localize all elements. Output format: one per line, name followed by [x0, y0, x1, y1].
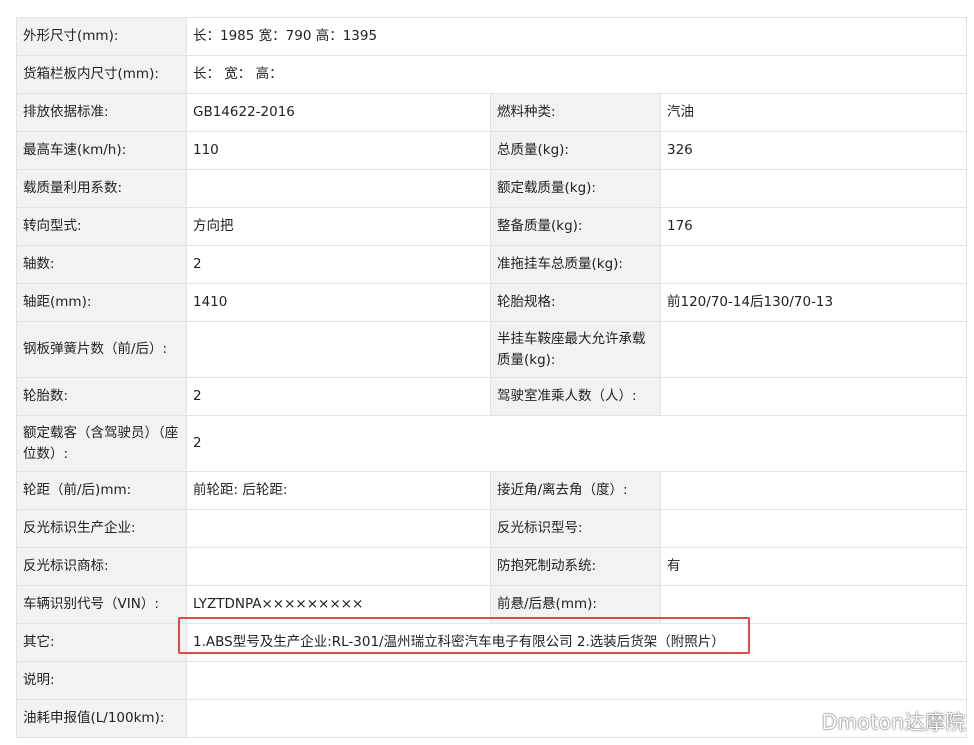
value-tire-spec: 前120/70-14后130/70-13 — [659, 283, 968, 322]
table-row: 车辆识别代号（VIN）: LYZTDNPA××××××××× 前悬/后悬(mm)… — [16, 585, 968, 624]
value-vin: LYZTDNPA××××××××× — [186, 585, 491, 624]
table-row: 轮胎数: 2 驾驶室准乘人数（人）: — [16, 377, 968, 416]
label-fuel-consumption: 油耗申报值(L/100km): — [16, 699, 187, 738]
table-row: 额定载客（含驾驶员）（座位数）: 2 — [16, 415, 968, 472]
label-curb-mass: 整备质量(kg): — [490, 207, 661, 246]
vehicle-spec-table: 外形尺寸(mm): 长：1985 宽：790 高：1395 货箱栏板内尺寸(mm… — [16, 17, 968, 738]
value-load-utilization — [186, 169, 491, 208]
value-fuel-type: 汽油 — [659, 93, 968, 132]
label-abs: 防抱死制动系统: — [490, 547, 661, 586]
table-row: 反光标识商标: 防抱死制动系统: 有 — [16, 547, 968, 586]
value-max-speed: 110 — [186, 131, 491, 170]
label-notes: 说明: — [16, 661, 187, 700]
value-reflector-maker — [186, 509, 491, 548]
value-curb-mass: 176 — [659, 207, 968, 246]
value-steering-type: 方向把 — [186, 207, 491, 246]
table-row: 其它: 1.ABS型号及生产企业:RL-301/温州瑞立科密汽车电子有限公司 2… — [16, 623, 968, 662]
value-notes — [185, 661, 968, 700]
table-row: 钢板弹簧片数（前/后）: 半挂车鞍座最大允许承载质量(kg): — [16, 321, 968, 378]
table-row: 反光标识生产企业: 反光标识型号: — [16, 509, 968, 548]
value-wheelbase: 1410 — [186, 283, 491, 322]
value-tire-count: 2 — [186, 377, 491, 416]
label-load-utilization: 载质量利用系数: — [16, 169, 187, 208]
value-gross-mass: 326 — [659, 131, 968, 170]
table-row: 载质量利用系数: 额定载质量(kg): — [16, 169, 968, 208]
label-vin: 车辆识别代号（VIN）: — [16, 585, 187, 624]
value-reflector-brand — [186, 547, 491, 586]
table-row: 外形尺寸(mm): 长：1985 宽：790 高：1395 — [16, 17, 968, 56]
watermark: Dmoton达摩院 — [821, 710, 966, 734]
label-tire-count: 轮胎数: — [16, 377, 187, 416]
table-row: 轴数: 2 准拖挂车总质量(kg): — [16, 245, 968, 284]
label-leaf-springs: 钢板弹簧片数（前/后）: — [16, 321, 187, 378]
table-row: 轴距(mm): 1410 轮胎规格: 前120/70-14后130/70-13 — [16, 283, 968, 322]
value-track-width: 前轮距: 后轮距: — [186, 471, 491, 510]
label-max-speed: 最高车速(km/h): — [16, 131, 187, 170]
value-approach-angle — [659, 471, 968, 510]
value-rated-load — [659, 169, 968, 208]
label-track-width: 轮距（前/后)mm: — [16, 471, 187, 510]
value-overhang — [659, 585, 968, 624]
value-rated-passengers: 2 — [185, 415, 968, 472]
label-rated-passengers: 额定载客（含驾驶员）（座位数）: — [16, 415, 187, 472]
value-dimensions: 长：1985 宽：790 高：1395 — [185, 17, 968, 56]
label-reflector-maker: 反光标识生产企业: — [16, 509, 187, 548]
value-reflector-model — [659, 509, 968, 548]
table-row: 排放依据标准: GB14622-2016 燃料种类: 汽油 — [16, 93, 968, 132]
label-wheelbase: 轴距(mm): — [16, 283, 187, 322]
value-trailer-mass — [659, 245, 968, 284]
value-other: 1.ABS型号及生产企业:RL-301/温州瑞立科密汽车电子有限公司 2.选装后… — [185, 623, 968, 662]
value-axle-count: 2 — [186, 245, 491, 284]
label-overhang: 前悬/后悬(mm): — [490, 585, 661, 624]
label-dimensions: 外形尺寸(mm): — [16, 17, 187, 56]
label-gross-mass: 总质量(kg): — [490, 131, 661, 170]
label-approach-angle: 接近角/离去角（度）: — [490, 471, 661, 510]
value-cab-seats — [659, 377, 968, 416]
value-leaf-springs — [186, 321, 491, 378]
label-emission-standard: 排放依据标准: — [16, 93, 187, 132]
table-row: 说明: — [16, 661, 968, 700]
table-row: 最高车速(km/h): 110 总质量(kg): 326 — [16, 131, 968, 170]
value-abs: 有 — [659, 547, 968, 586]
label-reflector-brand: 反光标识商标: — [16, 547, 187, 586]
table-row: 轮距（前/后)mm: 前轮距: 后轮距: 接近角/离去角（度）: — [16, 471, 968, 510]
value-saddle-load — [659, 321, 968, 378]
label-trailer-mass: 准拖挂车总质量(kg): — [490, 245, 661, 284]
label-tire-spec: 轮胎规格: — [490, 283, 661, 322]
label-axle-count: 轴数: — [16, 245, 187, 284]
table-row: 货箱栏板内尺寸(mm): 长： 宽： 高： — [16, 55, 968, 94]
table-row: 转向型式: 方向把 整备质量(kg): 176 — [16, 207, 968, 246]
label-cargo-box-size: 货箱栏板内尺寸(mm): — [16, 55, 187, 94]
label-reflector-model: 反光标识型号: — [490, 509, 661, 548]
label-saddle-load: 半挂车鞍座最大允许承载质量(kg): — [490, 321, 661, 378]
value-emission-standard: GB14622-2016 — [186, 93, 491, 132]
value-cargo-box-size: 长： 宽： 高： — [185, 55, 968, 94]
label-steering-type: 转向型式: — [16, 207, 187, 246]
label-other: 其它: — [16, 623, 187, 662]
label-rated-load: 额定载质量(kg): — [490, 169, 661, 208]
label-cab-seats: 驾驶室准乘人数（人）: — [490, 377, 661, 416]
label-fuel-type: 燃料种类: — [490, 93, 661, 132]
